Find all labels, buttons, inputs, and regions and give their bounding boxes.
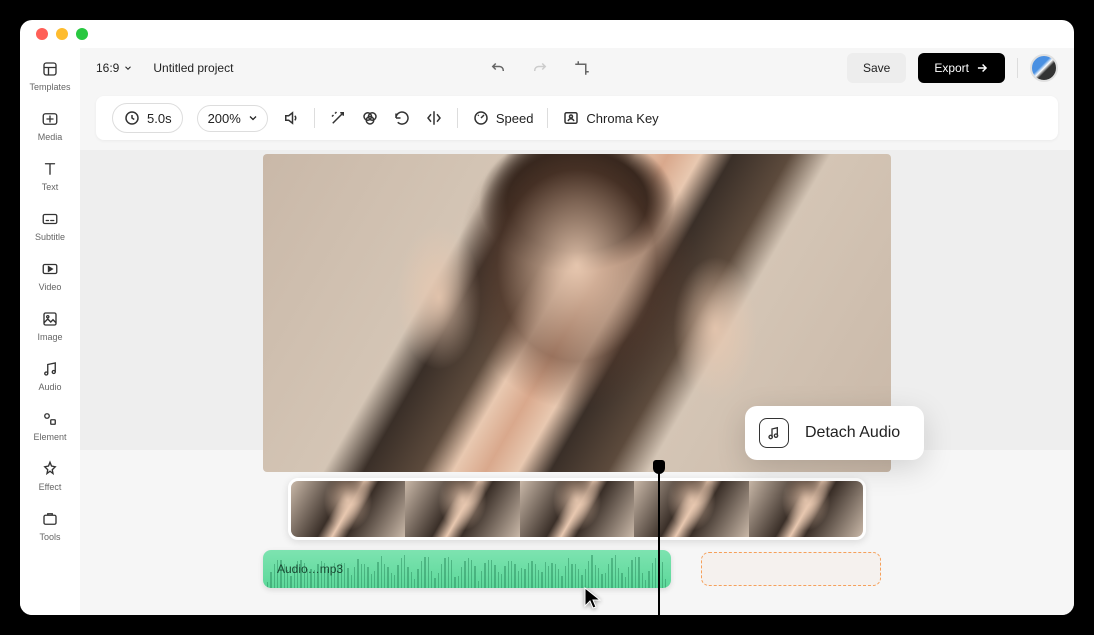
chroma-key-button[interactable]: Chroma Key bbox=[562, 109, 658, 127]
save-button[interactable]: Save bbox=[847, 53, 906, 83]
project-name[interactable]: Untitled project bbox=[153, 61, 233, 75]
speed-label: Speed bbox=[496, 111, 534, 126]
duration-chip[interactable]: 5.0s bbox=[112, 103, 183, 133]
sidebar-item-label: Audio bbox=[38, 382, 61, 392]
sidebar-item-effect[interactable]: Effect bbox=[39, 460, 62, 492]
sidebar-item-tools[interactable]: Tools bbox=[39, 510, 60, 542]
subtitle-icon bbox=[41, 210, 59, 228]
sidebar-item-label: Video bbox=[39, 282, 62, 292]
audio-clip-name: Audio…mp3 bbox=[277, 562, 343, 576]
sidebar-item-video[interactable]: Video bbox=[39, 260, 62, 292]
content-area: 16:9 Untitled project Save Export bbox=[80, 48, 1074, 615]
aspect-ratio-select[interactable]: 16:9 bbox=[96, 61, 133, 75]
chroma-key-label: Chroma Key bbox=[586, 111, 658, 126]
topbar: 16:9 Untitled project Save Export bbox=[80, 48, 1074, 88]
sidebar: Templates Media Text Subtitle Video Imag… bbox=[20, 48, 80, 615]
sidebar-item-label: Effect bbox=[39, 482, 62, 492]
sidebar-item-label: Text bbox=[42, 182, 59, 192]
element-icon bbox=[41, 410, 59, 428]
main-area: Templates Media Text Subtitle Video Imag… bbox=[20, 48, 1074, 615]
topbar-center bbox=[253, 59, 827, 77]
magic-wand-icon[interactable] bbox=[329, 109, 347, 127]
chroma-key-icon bbox=[562, 109, 580, 127]
divider bbox=[547, 108, 548, 128]
window-titlebar bbox=[20, 20, 1074, 48]
sidebar-item-image[interactable]: Image bbox=[37, 310, 62, 342]
divider bbox=[314, 108, 315, 128]
context-menu: Detach Audio bbox=[745, 406, 924, 460]
audio-clip[interactable]: Audio…mp3 bbox=[263, 550, 671, 588]
speed-button[interactable]: Speed bbox=[472, 109, 534, 127]
audio-track-row: Audio…mp3 bbox=[263, 550, 891, 588]
sidebar-item-media[interactable]: Media bbox=[38, 110, 63, 142]
timeline: Audio…mp3 bbox=[263, 478, 891, 588]
context-menu-item-detach-audio[interactable]: Detach Audio bbox=[805, 424, 900, 442]
media-icon bbox=[41, 110, 59, 128]
app-window: Templates Media Text Subtitle Video Imag… bbox=[20, 20, 1074, 615]
topbar-right: Save Export bbox=[847, 53, 1058, 83]
canvas-area: Audio…mp3 bbox=[80, 150, 1074, 615]
image-icon bbox=[41, 310, 59, 328]
cursor-icon bbox=[583, 586, 603, 615]
undo-icon[interactable] bbox=[489, 59, 507, 77]
duration-value: 5.0s bbox=[147, 111, 172, 126]
export-button[interactable]: Export bbox=[918, 53, 1005, 83]
empty-clip-placeholder[interactable] bbox=[701, 552, 881, 586]
maximize-window-icon[interactable] bbox=[76, 28, 88, 40]
sidebar-item-element[interactable]: Element bbox=[33, 410, 66, 442]
sidebar-item-label: Tools bbox=[39, 532, 60, 542]
minimize-window-icon[interactable] bbox=[56, 28, 68, 40]
sidebar-item-label: Media bbox=[38, 132, 63, 142]
rotate-icon[interactable] bbox=[393, 109, 411, 127]
color-filter-icon[interactable] bbox=[361, 109, 379, 127]
detach-audio-icon-box bbox=[759, 418, 789, 448]
video-icon bbox=[41, 260, 59, 278]
sidebar-item-subtitle[interactable]: Subtitle bbox=[35, 210, 65, 242]
sidebar-item-label: Subtitle bbox=[35, 232, 65, 242]
user-avatar[interactable] bbox=[1030, 54, 1058, 82]
volume-icon[interactable] bbox=[282, 109, 300, 127]
export-label: Export bbox=[934, 61, 969, 75]
effect-icon bbox=[41, 460, 59, 478]
sidebar-item-templates[interactable]: Templates bbox=[29, 60, 70, 92]
divider bbox=[457, 108, 458, 128]
video-track-clip[interactable] bbox=[288, 478, 866, 540]
templates-icon bbox=[41, 60, 59, 78]
arrow-right-icon bbox=[975, 61, 989, 75]
sidebar-item-label: Image bbox=[37, 332, 62, 342]
chevron-down-icon bbox=[123, 63, 133, 73]
music-note-icon bbox=[766, 425, 782, 441]
clip-thumbnail bbox=[291, 481, 405, 537]
speed-icon bbox=[472, 109, 490, 127]
clip-thumbnail bbox=[405, 481, 519, 537]
sidebar-item-label: Element bbox=[33, 432, 66, 442]
sidebar-item-audio[interactable]: Audio bbox=[38, 360, 61, 392]
clip-thumbnail bbox=[634, 481, 748, 537]
sidebar-item-text[interactable]: Text bbox=[41, 160, 59, 192]
divider bbox=[1017, 58, 1018, 78]
close-window-icon[interactable] bbox=[36, 28, 48, 40]
chevron-down-icon bbox=[247, 112, 259, 124]
clock-icon bbox=[123, 109, 141, 127]
zoom-value: 200% bbox=[208, 111, 241, 126]
sidebar-item-label: Templates bbox=[29, 82, 70, 92]
crop-icon[interactable] bbox=[573, 59, 591, 77]
text-icon bbox=[41, 160, 59, 178]
playhead[interactable] bbox=[658, 462, 660, 615]
aspect-ratio-value: 16:9 bbox=[96, 61, 119, 75]
clip-toolbar: 5.0s 200% Speed bbox=[96, 96, 1058, 140]
clip-thumbnail bbox=[520, 481, 634, 537]
flip-icon[interactable] bbox=[425, 109, 443, 127]
tools-icon bbox=[41, 510, 59, 528]
zoom-select[interactable]: 200% bbox=[197, 105, 268, 132]
clip-thumbnail bbox=[749, 481, 863, 537]
audio-icon bbox=[41, 360, 59, 378]
redo-icon[interactable] bbox=[531, 59, 549, 77]
